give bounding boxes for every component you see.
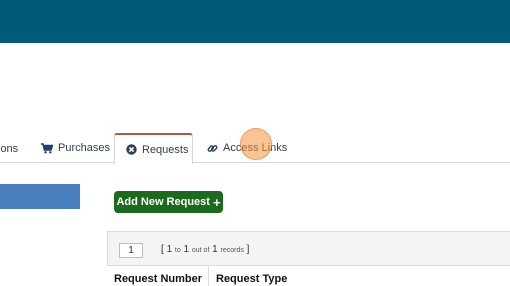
records-bracket-open: [ (161, 244, 164, 255)
records-bracket-close: ] (246, 244, 250, 255)
cart-icon (41, 142, 53, 154)
plus-icon: + (212, 194, 221, 210)
link-icon (207, 143, 218, 154)
records-summary: [ 1 to 1 out of 1 records ] (161, 244, 249, 255)
records-from: 1 (166, 244, 173, 255)
tab-partial-label: ions (0, 143, 19, 155)
column-divider (208, 266, 209, 286)
tab-partial[interactable]: ions (0, 143, 18, 155)
table-header: Request Number Request Type (107, 265, 510, 286)
records-total: 1 (212, 244, 218, 255)
add-new-request-label: Add New Request (116, 196, 210, 208)
click-indicator (240, 128, 272, 160)
column-header-request-number[interactable]: Request Number (114, 273, 202, 285)
tab-purchases[interactable]: Purchases (41, 133, 110, 163)
tab-requests-label: Requests (142, 143, 189, 156)
circle-x-icon (126, 144, 137, 155)
tab-purchases-label: Purchases (58, 142, 110, 154)
top-banner (0, 0, 510, 43)
records-to-word: to (174, 247, 181, 254)
sidebar-active-item[interactable] (0, 184, 80, 209)
records-word: records (220, 247, 244, 254)
records-of-text: out of (191, 247, 210, 254)
records-to: 1 (183, 244, 190, 255)
add-new-request-button[interactable]: Add New Request + (114, 191, 223, 213)
column-header-request-type[interactable]: Request Type (216, 273, 287, 285)
tab-requests[interactable]: Requests (114, 133, 193, 164)
page-number-input[interactable]: 1 (119, 243, 143, 258)
